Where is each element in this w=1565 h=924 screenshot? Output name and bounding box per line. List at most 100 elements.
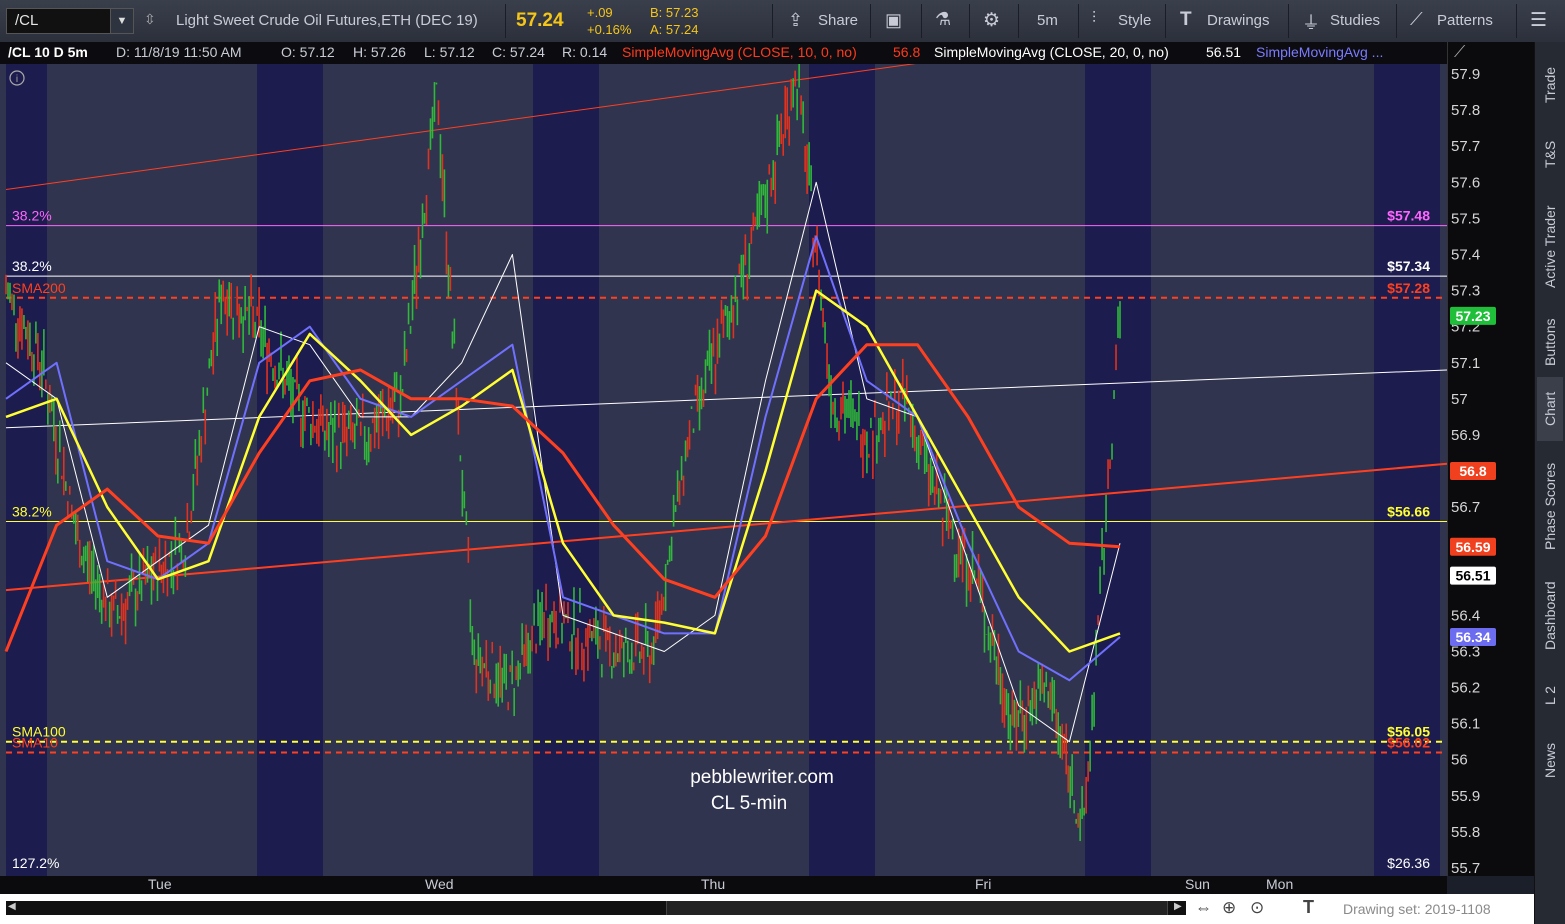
bottom-status-bar: ◀ ▶ ⇔ ⊕ ⊙ T Drawing set: 2019-1108: [0, 894, 1534, 924]
right-tab-t-s[interactable]: T&S: [1537, 124, 1563, 184]
crosshair-icon[interactable]: ⊕: [1222, 898, 1236, 918]
divider: [870, 4, 871, 38]
text-tool-icon[interactable]: T: [1180, 9, 1192, 31]
right-tab-news[interactable]: News: [1537, 730, 1563, 790]
fib-label-bottom: 127.2%: [12, 855, 59, 871]
symbol-text: /CL: [15, 12, 39, 29]
zoom-icon[interactable]: ⊙: [1250, 898, 1264, 918]
bar-close: C: 57.24: [492, 44, 545, 60]
patterns-button[interactable]: Patterns: [1437, 12, 1493, 29]
date-label: Fri: [975, 876, 992, 892]
divider: [921, 4, 922, 38]
toolbar: /CL ▼ ⇳ Light Sweet Crude Oil Futures,ET…: [0, 0, 1565, 43]
screenshot-icon[interactable]: ▣: [885, 10, 902, 31]
price-tick: 57.7: [1451, 138, 1480, 155]
divider: [1396, 4, 1397, 38]
sma10-study-label[interactable]: SimpleMovingAvg (CLOSE, 10, 0, no): [622, 44, 857, 60]
level-label-left: 38.2%: [12, 258, 52, 274]
chart-info-bar: /CL 10 D 5m D: 11/8/19 11:50 AM O: 57.12…: [0, 42, 1447, 64]
instrument-description: Light Sweet Crude Oil Futures,ETH (DEC 1…: [176, 12, 478, 29]
price-tick: 57.4: [1451, 246, 1480, 263]
sma10-study-value: 56.8: [893, 44, 921, 60]
divider: [505, 4, 506, 38]
patterns-icon[interactable]: ⟋: [1410, 9, 1423, 30]
right-tab-dashboard[interactable]: Dashboard: [1537, 570, 1563, 662]
divider: [1078, 4, 1079, 38]
gear-icon[interactable]: ⚙: [983, 9, 1000, 32]
right-tab-buttons[interactable]: Buttons: [1537, 304, 1563, 380]
right-tab-trade[interactable]: Trade: [1537, 50, 1563, 120]
price-chart[interactable]: 38.2% $57.48 38.2% $57.34 SMA200 $57.28 38.2% $…: [0, 64, 1447, 876]
drawing-set-label[interactable]: Drawing set: 2019-1108: [1343, 901, 1491, 917]
studies-icon[interactable]: ⏚: [1302, 9, 1320, 35]
price-badge-text: 56.51: [1455, 568, 1490, 584]
bar-range: R: 0.14: [562, 44, 608, 60]
price-axis[interactable]: ⟋ 57.9 57.8 57.7 57.6 57.5 57.4 57.3 57.2 57.1 57…: [1447, 42, 1535, 876]
divider: [1288, 4, 1289, 38]
right-tab-l-2[interactable]: L 2: [1537, 670, 1563, 722]
chart-background: [0, 64, 1447, 876]
pct-change: +0.16%: [587, 22, 632, 37]
watermark-line1: pebblewriter.com: [690, 767, 834, 788]
right-tab-active-trader[interactable]: Active Trader: [1537, 192, 1563, 302]
right-tab-phase-scores[interactable]: Phase Scores: [1537, 450, 1563, 562]
price-tick: 57.5: [1451, 210, 1480, 227]
price-badge-text: 57.23: [1455, 308, 1490, 324]
bid-price: B: 57.23: [650, 5, 699, 20]
sma20-study-label[interactable]: SimpleMovingAvg (CLOSE, 20, 0, no): [934, 44, 1169, 60]
bar-open: O: 57.12: [281, 44, 335, 60]
scroll-right-icon[interactable]: ▶: [1174, 901, 1182, 912]
scrollbar-thumb[interactable]: [666, 901, 1168, 915]
more-studies-label[interactable]: SimpleMovingAvg ...: [1256, 44, 1383, 60]
price-tick: 55.8: [1451, 824, 1480, 841]
studies-button[interactable]: Studies: [1330, 12, 1380, 29]
style-button[interactable]: Style: [1118, 12, 1151, 29]
level-label-right: $56.66: [1387, 504, 1430, 520]
date-label: Tue: [148, 876, 172, 892]
scroll-left-icon[interactable]: ◀: [8, 901, 16, 912]
sma20-study-value: 56.51: [1206, 44, 1242, 60]
flask-icon[interactable]: ⚗: [935, 9, 951, 30]
chevron-down-icon[interactable]: ▼: [110, 9, 133, 33]
fib-price-bottom: $26.36: [1387, 855, 1430, 871]
chart-symbol[interactable]: /CL 10 D 5m: [8, 44, 88, 60]
last-price: 57.24: [516, 10, 564, 31]
chart-scrollbar[interactable]: ◀ ▶: [6, 901, 1186, 915]
interval-selector[interactable]: 5m: [1037, 12, 1058, 29]
date-label: Sun: [1185, 876, 1210, 892]
price-tick: 57.3: [1451, 283, 1480, 300]
overnight-session-band: [1085, 64, 1151, 876]
text-drawing-icon[interactable]: T: [1303, 897, 1314, 918]
date-axis: Tue Wed Thu Fri Sun Mon: [0, 876, 1447, 894]
level-label-right: $57.34: [1387, 258, 1430, 274]
price-tick: 56: [1451, 752, 1468, 769]
bar-low: L: 57.12: [424, 44, 475, 60]
price-tick: 57: [1451, 391, 1468, 408]
pan-icon[interactable]: ⇔: [1195, 898, 1212, 918]
price-badge-text: 56.34: [1455, 629, 1490, 645]
price-tick: 56.1: [1451, 716, 1480, 733]
share-button[interactable]: Share: [818, 12, 858, 29]
overnight-session-band: [257, 64, 323, 876]
price-tick: 57.8: [1451, 102, 1480, 119]
menu-icon[interactable]: ☰: [1530, 9, 1547, 32]
level-label-right: $57.48: [1387, 208, 1430, 224]
info-icon-glyph: i: [16, 74, 18, 85]
right-tab-chart[interactable]: Chart: [1537, 377, 1563, 441]
watermark-line2: CL 5-min: [711, 793, 787, 814]
price-tick: 57.6: [1451, 174, 1480, 191]
level-label-left: 38.2%: [12, 208, 52, 224]
divider: [1018, 4, 1019, 38]
overnight-session-band: [809, 64, 875, 876]
style-icon[interactable]: ⫶: [1092, 10, 1096, 28]
level-label-left: SMA200: [12, 280, 66, 296]
drawings-button[interactable]: Drawings: [1207, 12, 1270, 29]
date-label: Thu: [701, 876, 726, 892]
link-icon[interactable]: ⇳: [144, 11, 156, 28]
symbol-selector[interactable]: /CL ▼: [6, 8, 134, 34]
price-tick: 56.7: [1451, 499, 1480, 516]
share-icon[interactable]: ⇪: [788, 10, 803, 31]
level-label-left: SMA10: [12, 735, 58, 751]
price-tick: 55.7: [1451, 860, 1480, 876]
price-badge-text: 56.8: [1459, 463, 1486, 479]
